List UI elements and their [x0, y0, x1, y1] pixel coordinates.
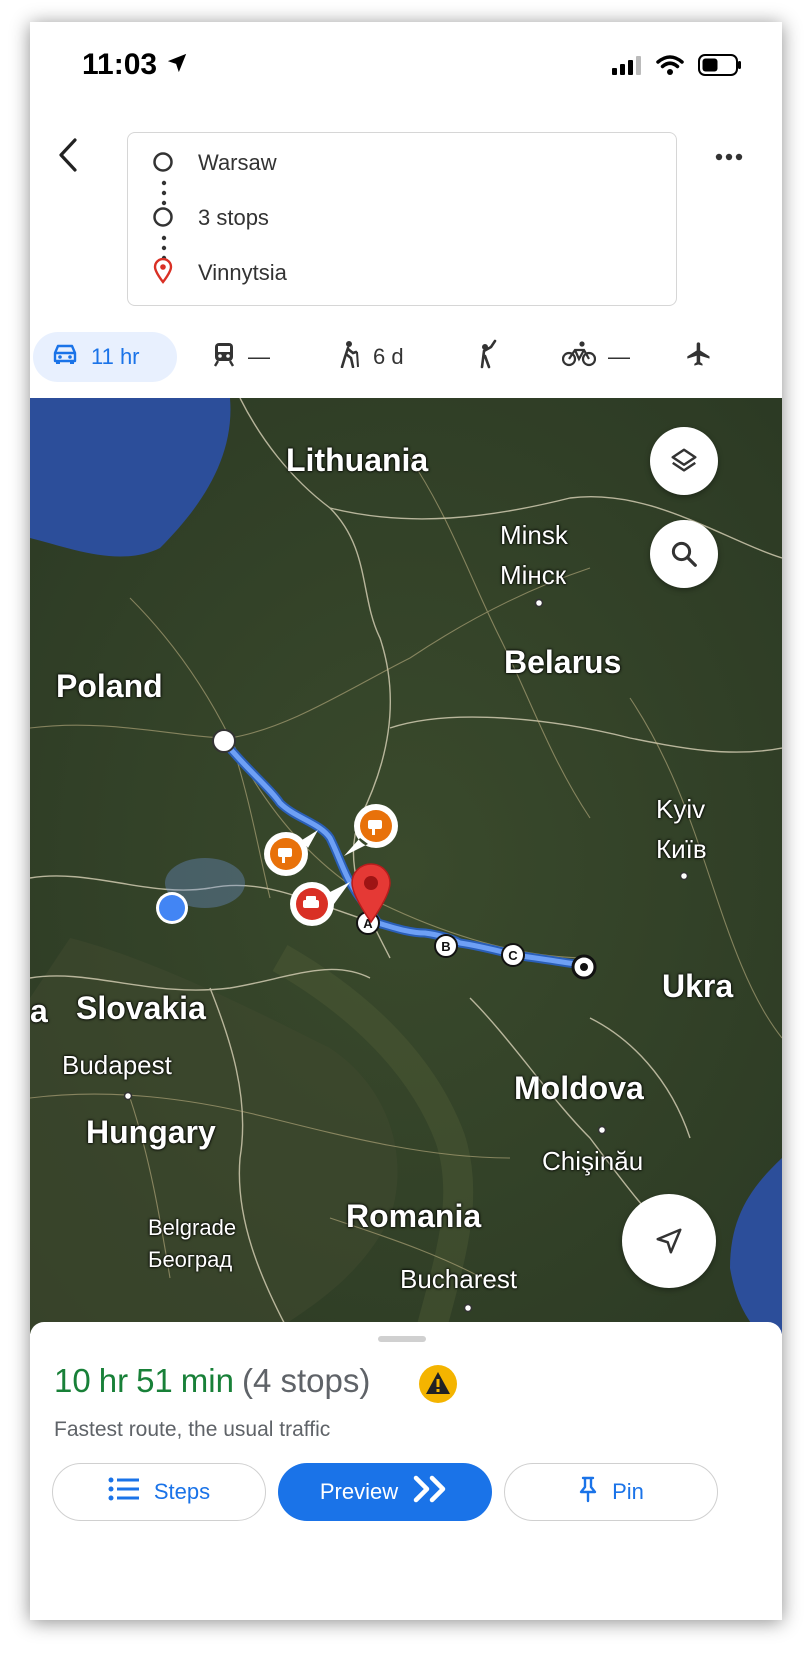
- mode-drive-tab[interactable]: 11 hr: [33, 332, 177, 382]
- mode-walk-tab[interactable]: 6 d: [337, 332, 404, 382]
- map-view[interactable]: Lithuania Minsk Мінск Belarus Poland Kyi…: [30, 398, 782, 1334]
- crash-report-callout[interactable]: [286, 876, 352, 934]
- current-location-dot[interactable]: [154, 890, 190, 926]
- route-duration: 10 hr 51 min (4 stops): [54, 1362, 370, 1400]
- car-icon: [51, 342, 79, 372]
- status-time: 11:03: [82, 48, 158, 81]
- warning-icon[interactable]: [418, 1364, 458, 1409]
- origin-circle-icon: [152, 151, 174, 178]
- route-summary-sheet[interactable]: 10 hr 51 min (4 stops) Fastest route, th…: [30, 1322, 782, 1620]
- speed-camera-callout[interactable]: [340, 800, 402, 858]
- search-icon: [669, 539, 699, 569]
- mode-bike-tab[interactable]: —: [561, 332, 630, 382]
- more-options-button[interactable]: [714, 150, 744, 168]
- waypoint-b-label: B: [441, 939, 450, 954]
- mode-flight-tab[interactable]: [685, 332, 713, 382]
- duration-hr-unit: hr: [98, 1362, 129, 1399]
- recenter-button[interactable]: [622, 1194, 716, 1288]
- layers-icon: [669, 446, 699, 476]
- airplane-icon: [685, 340, 713, 374]
- route-destination-marker[interactable]: [569, 952, 599, 982]
- more-vert-icon: [714, 150, 744, 167]
- hiking-icon: [337, 340, 361, 374]
- route-stops-box[interactable]: Warsaw 3 stops Vinnytsia: [127, 132, 677, 306]
- route-description: Fastest route, the usual traffic: [54, 1418, 331, 1441]
- hail-ride-icon: [475, 339, 499, 375]
- battery-icon: [698, 54, 742, 81]
- duration-min-unit: min: [180, 1362, 234, 1399]
- waypoint-c-label: C: [508, 948, 518, 963]
- bicycle-icon: [561, 341, 597, 373]
- red-pin-icon[interactable]: [348, 862, 394, 924]
- stops-count: (4 stops): [241, 1362, 371, 1399]
- mode-transit-tab[interactable]: —: [212, 332, 270, 382]
- mode-ride-tab[interactable]: [475, 332, 499, 382]
- list-icon: [108, 1477, 140, 1507]
- navigation-arrow-icon: [654, 1226, 684, 1256]
- preview-button[interactable]: Preview: [278, 1463, 492, 1521]
- pin-button-label: Pin: [612, 1479, 644, 1504]
- duration-minutes: 51: [136, 1362, 173, 1399]
- phone-screen: 11:03 Warsaw 3 stops Vinnytsia 11 hr — 6…: [30, 22, 782, 1620]
- route-origin-marker[interactable]: [210, 727, 238, 755]
- preview-button-label: Preview: [319, 1479, 399, 1504]
- back-arrow-icon: [57, 137, 79, 178]
- mode-drive-label: 11 hr: [91, 344, 140, 369]
- waypoint-c-marker[interactable]: C: [500, 942, 526, 968]
- status-icons: [612, 54, 742, 81]
- steps-button[interactable]: Steps: [52, 1463, 266, 1521]
- sheet-drag-handle[interactable]: [378, 1336, 426, 1342]
- layers-button[interactable]: [650, 427, 718, 495]
- stops-label[interactable]: 3 stops: [198, 205, 269, 231]
- search-along-route-button[interactable]: [650, 520, 718, 588]
- waypoint-b-marker[interactable]: B: [433, 933, 459, 959]
- train-icon: [212, 341, 236, 373]
- mode-transit-label: —: [248, 344, 270, 369]
- steps-button-label: Steps: [153, 1479, 211, 1504]
- status-bar: 11:03: [30, 22, 782, 112]
- destination-label[interactable]: Vinnytsia: [198, 260, 287, 286]
- wifi-icon: [656, 54, 684, 81]
- location-arrow-icon: [166, 52, 188, 79]
- mode-bike-label: —: [608, 344, 630, 369]
- stops-circle-icon: [152, 206, 174, 233]
- pin-icon: [578, 1475, 598, 1509]
- travel-mode-bar: 11 hr — 6 d —: [30, 332, 782, 388]
- origin-label[interactable]: Warsaw: [198, 150, 277, 176]
- destination-pin-icon: [152, 257, 174, 289]
- pin-button[interactable]: Pin: [504, 1463, 718, 1521]
- double-chevron-icon: [412, 1474, 450, 1510]
- back-button[interactable]: [48, 132, 88, 182]
- mode-walk-label: 6 d: [373, 344, 404, 369]
- duration-hours: 10: [54, 1362, 91, 1399]
- cellular-signal-icon: [612, 55, 642, 80]
